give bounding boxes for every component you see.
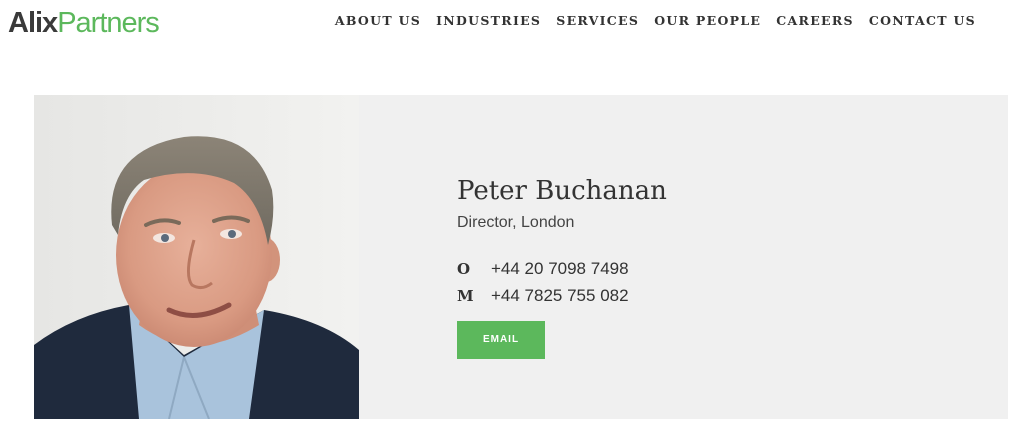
email-button[interactable]: EMAIL [457,321,545,359]
nav-item-contact-us[interactable]: CONTACT US [869,12,976,30]
site-header: AlixPartners ABOUT US INDUSTRIES SERVICE… [0,0,1024,60]
nav-item-our-people[interactable]: OUR PEOPLE [654,12,761,30]
mobile-phone-link[interactable]: +44 7825 755 082 [491,286,629,306]
logo-text-partners: Partners [57,7,160,39]
profile-info: Peter Buchanan Director, London O +44 20… [457,175,667,359]
phone-row-office: O +44 20 7098 7498 [457,255,667,282]
person-portrait-image [34,95,359,419]
logo-text-alix: Alix [8,7,58,39]
profile-photo [34,95,359,419]
alixpartners-logo[interactable]: AlixPartners [8,6,160,40]
phone-list: O +44 20 7098 7498 M +44 7825 755 082 [457,255,667,309]
profile-card: Peter Buchanan Director, London O +44 20… [34,95,1008,419]
phone-row-mobile: M +44 7825 755 082 [457,282,667,309]
person-title: Director, London [457,214,575,231]
person-name: Peter Buchanan [457,176,667,206]
nav-item-industries[interactable]: INDUSTRIES [436,12,541,30]
main-nav: ABOUT US INDUSTRIES SERVICES OUR PEOPLE … [320,12,976,30]
nav-item-careers[interactable]: CAREERS [776,12,854,30]
mobile-phone-label: M [457,286,474,305]
nav-item-services[interactable]: SERVICES [556,12,639,30]
office-phone-label: O [457,259,471,278]
nav-item-about-us[interactable]: ABOUT US [335,12,421,30]
office-phone-link[interactable]: +44 20 7098 7498 [491,259,629,279]
